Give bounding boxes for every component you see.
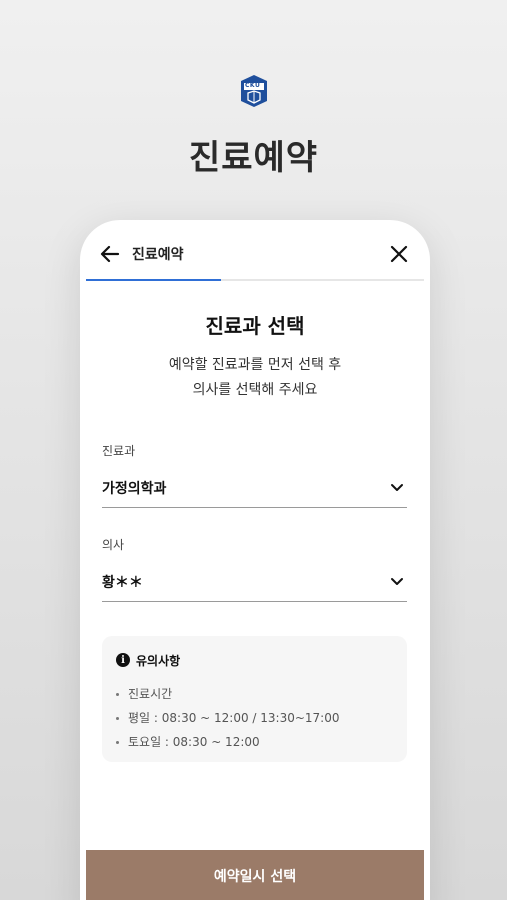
progress-fill [86,279,222,281]
chevron-down-icon [389,480,405,496]
hero-title: 진료예약 [188,138,319,178]
close-icon[interactable] [388,243,410,265]
notice-list: 진료시간 평일 : 08:30 ~ 12:00 / 13:30~17:00 토요… [116,682,340,754]
chevron-down-icon [389,574,405,590]
list-item: 진료시간 [116,682,340,706]
department-select[interactable]: 가정의학과 [102,468,407,508]
bullet-icon [116,740,119,744]
department-label: 진료과 [102,444,136,458]
notice-title: 유의사항 [136,653,181,668]
doctor-label: 의사 [102,538,125,552]
list-item: 토요일 : 08:30 ~ 12:00 [116,730,340,754]
doctor-value: 황＊＊ [102,575,143,591]
progress-bar [86,279,424,281]
notice-item-text: 토요일 : 08:30 ~ 12:00 [128,735,260,749]
step-title: 진료과 선택 [205,314,305,338]
notice-item-text: 평일 : 08:30 ~ 12:00 / 13:30~17:00 [128,711,340,725]
step-desc-line1: 예약할 진료과를 먼저 선택 후 [168,357,342,373]
bullet-icon [116,692,119,696]
list-item: 평일 : 08:30 ~ 12:00 / 13:30~17:00 [116,706,340,730]
doctor-select[interactable]: 황＊＊ [102,562,407,602]
info-icon: i [116,653,130,667]
select-datetime-button[interactable]: 예약일시 선택 [86,850,424,900]
back-arrow-icon[interactable] [98,242,122,266]
notice-box: i 유의사항 진료시간 평일 : 08:30 ~ 12:00 / 13:30~1… [102,636,407,762]
bullet-icon [116,716,119,720]
step-desc-line2: 의사를 선택해 주세요 [192,382,318,398]
phone-frame: 진료예약 진료과 선택 예약할 진료과를 먼저 선택 후 의사를 선택해 주세요… [80,220,430,900]
topbar-title: 진료예약 [132,247,184,263]
cku-logo: CKU [240,74,268,108]
logo-text: CKU [245,82,261,89]
notice-header: i 유의사항 [116,652,180,668]
top-bar: 진료예약 [80,220,430,282]
department-value: 가정의학과 [102,481,167,497]
notice-item-text: 진료시간 [128,687,173,701]
step-description: 예약할 진료과를 먼저 선택 후 의사를 선택해 주세요 [80,353,430,403]
